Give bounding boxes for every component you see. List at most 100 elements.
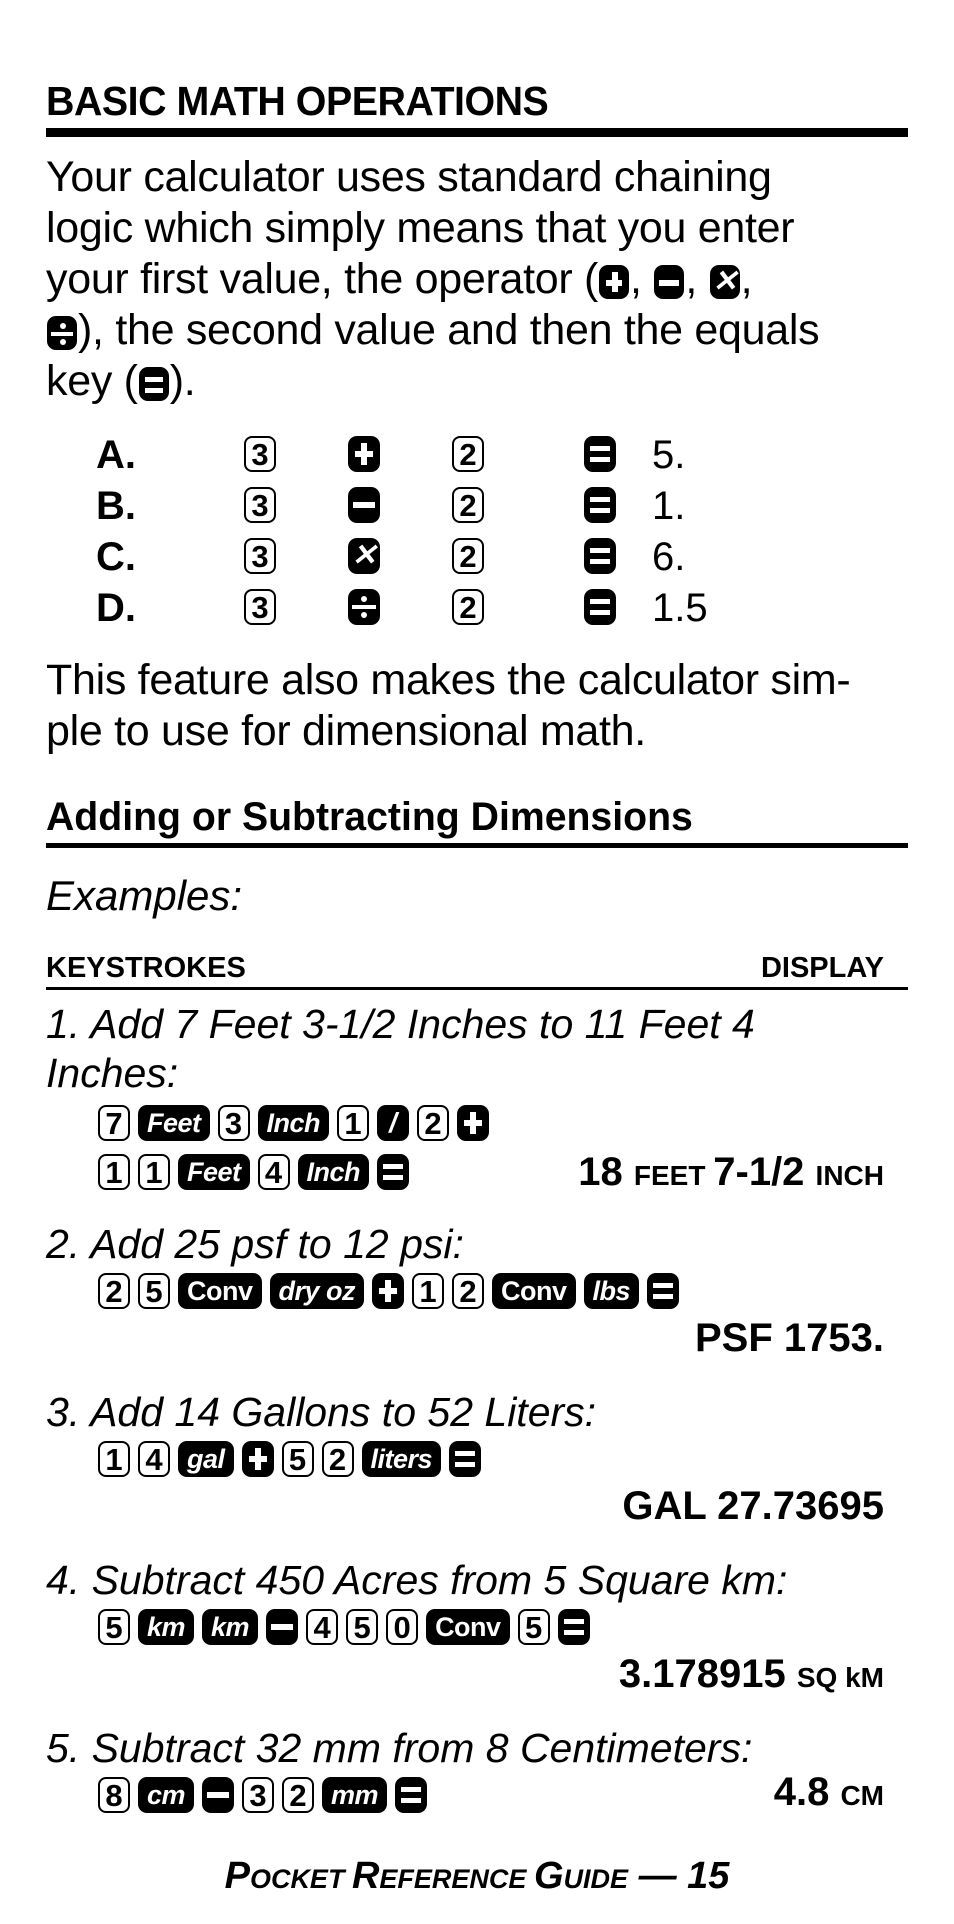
display-text: PSF 1753.: [694, 1316, 884, 1360]
digit-key-2: 2: [452, 436, 484, 472]
display-result: 3.178915 SQ kM: [619, 1652, 884, 1697]
display-result: 4.8 CM: [774, 1770, 884, 1815]
plus-key-icon: [348, 436, 380, 472]
equals-key-icon: [584, 538, 616, 574]
function-key-cm: cm: [138, 1777, 195, 1813]
intro-line: key ().: [46, 356, 916, 407]
equals-key-icon: [449, 1441, 482, 1477]
digit-key-2: 2: [452, 1273, 485, 1309]
equals-key-icon: [395, 1777, 428, 1813]
digit-key-4: 4: [257, 1154, 290, 1190]
keystroke-sequence: 1 4 gal 5 2 liters: [98, 1439, 482, 1479]
basic-example-row: C. 3 ✕ 2 6.: [96, 532, 685, 583]
display-text: FEET: [633, 1160, 714, 1191]
intro-text: your first value, the operator (: [46, 255, 599, 303]
plus-key-icon: [372, 1273, 405, 1309]
digit-key-2: 2: [282, 1777, 315, 1813]
example-title: 1. Add 7 Feet 3-1/2 Inches to 11 Feet 4: [46, 1001, 755, 1047]
function-key-inch: Inch: [297, 1154, 370, 1190]
divide-key-icon: [348, 589, 380, 625]
example-result: 1.: [652, 484, 686, 528]
feature-note-line: This feature also makes the calculator s…: [46, 656, 851, 704]
function-key-gal: gal: [178, 1441, 234, 1477]
digit-key-3: 3: [242, 1777, 275, 1813]
digit-key-7: 7: [98, 1105, 130, 1141]
equals-key-icon: [557, 1609, 590, 1645]
feature-note: This feature also makes the calculator s…: [46, 655, 916, 757]
footer-text: R: [351, 1855, 380, 1897]
times-key-icon: ✕: [709, 264, 740, 299]
digit-key-3: 3: [244, 589, 276, 625]
footer-text: — 15: [628, 1855, 730, 1897]
intro-line: logic which simply means that you enter: [46, 204, 795, 252]
digit-key-2: 2: [321, 1441, 354, 1477]
times-key-icon: ✕: [348, 538, 380, 574]
digit-key-3: 3: [244, 487, 276, 523]
example-title: 3. Add 14 Gallons to 52 Liters:: [46, 1389, 597, 1435]
example-title: 4. Subtract 450 Acres from 5 Square km:: [46, 1557, 788, 1603]
function-key-lbs: lbs: [583, 1273, 640, 1309]
digit-key-5: 5: [138, 1273, 170, 1309]
footer-text: P: [224, 1855, 250, 1897]
subsection-title: Adding or Subtracting Dimensions: [46, 795, 693, 839]
plus-key-icon: [599, 264, 630, 299]
digit-key-2: 2: [452, 538, 484, 574]
keystrokes-column-header: KEYSTROKES: [46, 952, 246, 984]
intro-line: your first value, the operator (, , ✕,: [46, 254, 916, 305]
digit-key-2: 2: [417, 1105, 450, 1141]
digit-key-2: 2: [98, 1273, 130, 1309]
display-text: GAL 27.73695: [622, 1484, 884, 1528]
comma: ,: [740, 255, 753, 303]
comma: ,: [630, 255, 642, 303]
digit-key-2: 2: [452, 589, 484, 625]
equals-key-icon: [584, 436, 616, 472]
display-result: PSF 1753.: [695, 1316, 884, 1361]
footer-text: EFERENCE: [379, 1864, 534, 1894]
intro-line: ), the second value and then the equals: [46, 305, 916, 356]
examples-label: Examples:: [46, 872, 243, 919]
minus-key-icon: [266, 1609, 299, 1645]
digit-key-2: 2: [452, 487, 484, 523]
function-key-liters: liters: [361, 1441, 442, 1477]
basic-example-row: B. 3 2 1.: [96, 481, 685, 532]
display-text: 3.178915: [618, 1652, 797, 1696]
digit-key-1: 1: [138, 1154, 170, 1190]
section-title: BASIC MATH OPERATIONS: [46, 78, 549, 124]
equals-key-icon: [647, 1273, 680, 1309]
digit-key-1: 1: [98, 1441, 130, 1477]
example-result: 1.5: [652, 586, 708, 630]
intro-text: key (: [46, 357, 138, 405]
function-key-feet: Feet: [138, 1105, 210, 1141]
intro-text: ), the second value and then the equals: [78, 306, 820, 354]
intro-line: Your calculator uses standard chaining: [46, 153, 772, 201]
equals-key-icon: [377, 1154, 410, 1190]
display-text: INCH: [815, 1160, 884, 1191]
digit-key-0: 0: [386, 1609, 419, 1645]
footer-text: UIDE: [563, 1864, 629, 1894]
display-text: 4.8: [773, 1770, 841, 1814]
function-key-conv: Conv: [426, 1609, 510, 1645]
example-title: 5. Subtract 32 mm from 8 Centimeters:: [46, 1725, 753, 1771]
keystroke-sequence: 1 1 Feet 4 Inch: [98, 1152, 410, 1192]
example-title: 2. Add 25 psf to 12 psi:: [46, 1221, 464, 1267]
footer-text: G: [533, 1855, 564, 1897]
digit-key-4: 4: [306, 1609, 339, 1645]
example-label: C.: [96, 535, 136, 579]
digit-key-8: 8: [98, 1777, 130, 1813]
function-key-km: km: [202, 1609, 259, 1645]
function-key-conv: Conv: [492, 1273, 576, 1309]
example-label: A.: [96, 433, 136, 477]
digit-key-1: 1: [98, 1154, 130, 1190]
keystroke-sequence: 2 5 Conv dry oz 1 2 Conv lbs: [98, 1271, 680, 1311]
digit-key-1: 1: [412, 1273, 445, 1309]
equals-key-icon: [584, 589, 616, 625]
digit-key-5: 5: [281, 1441, 314, 1477]
intro-text: ).: [169, 357, 196, 405]
keystroke-sequence: 7 Feet 3 Inch 1/2: [98, 1103, 490, 1143]
example-result: 5.: [652, 433, 686, 477]
function-key-inch: Inch: [257, 1105, 330, 1141]
display-text: CM: [840, 1780, 884, 1811]
display-column-header: DISPLAY: [760, 952, 884, 984]
subsection-title-rule: [46, 843, 908, 848]
footer-text: OCKET: [249, 1864, 352, 1894]
